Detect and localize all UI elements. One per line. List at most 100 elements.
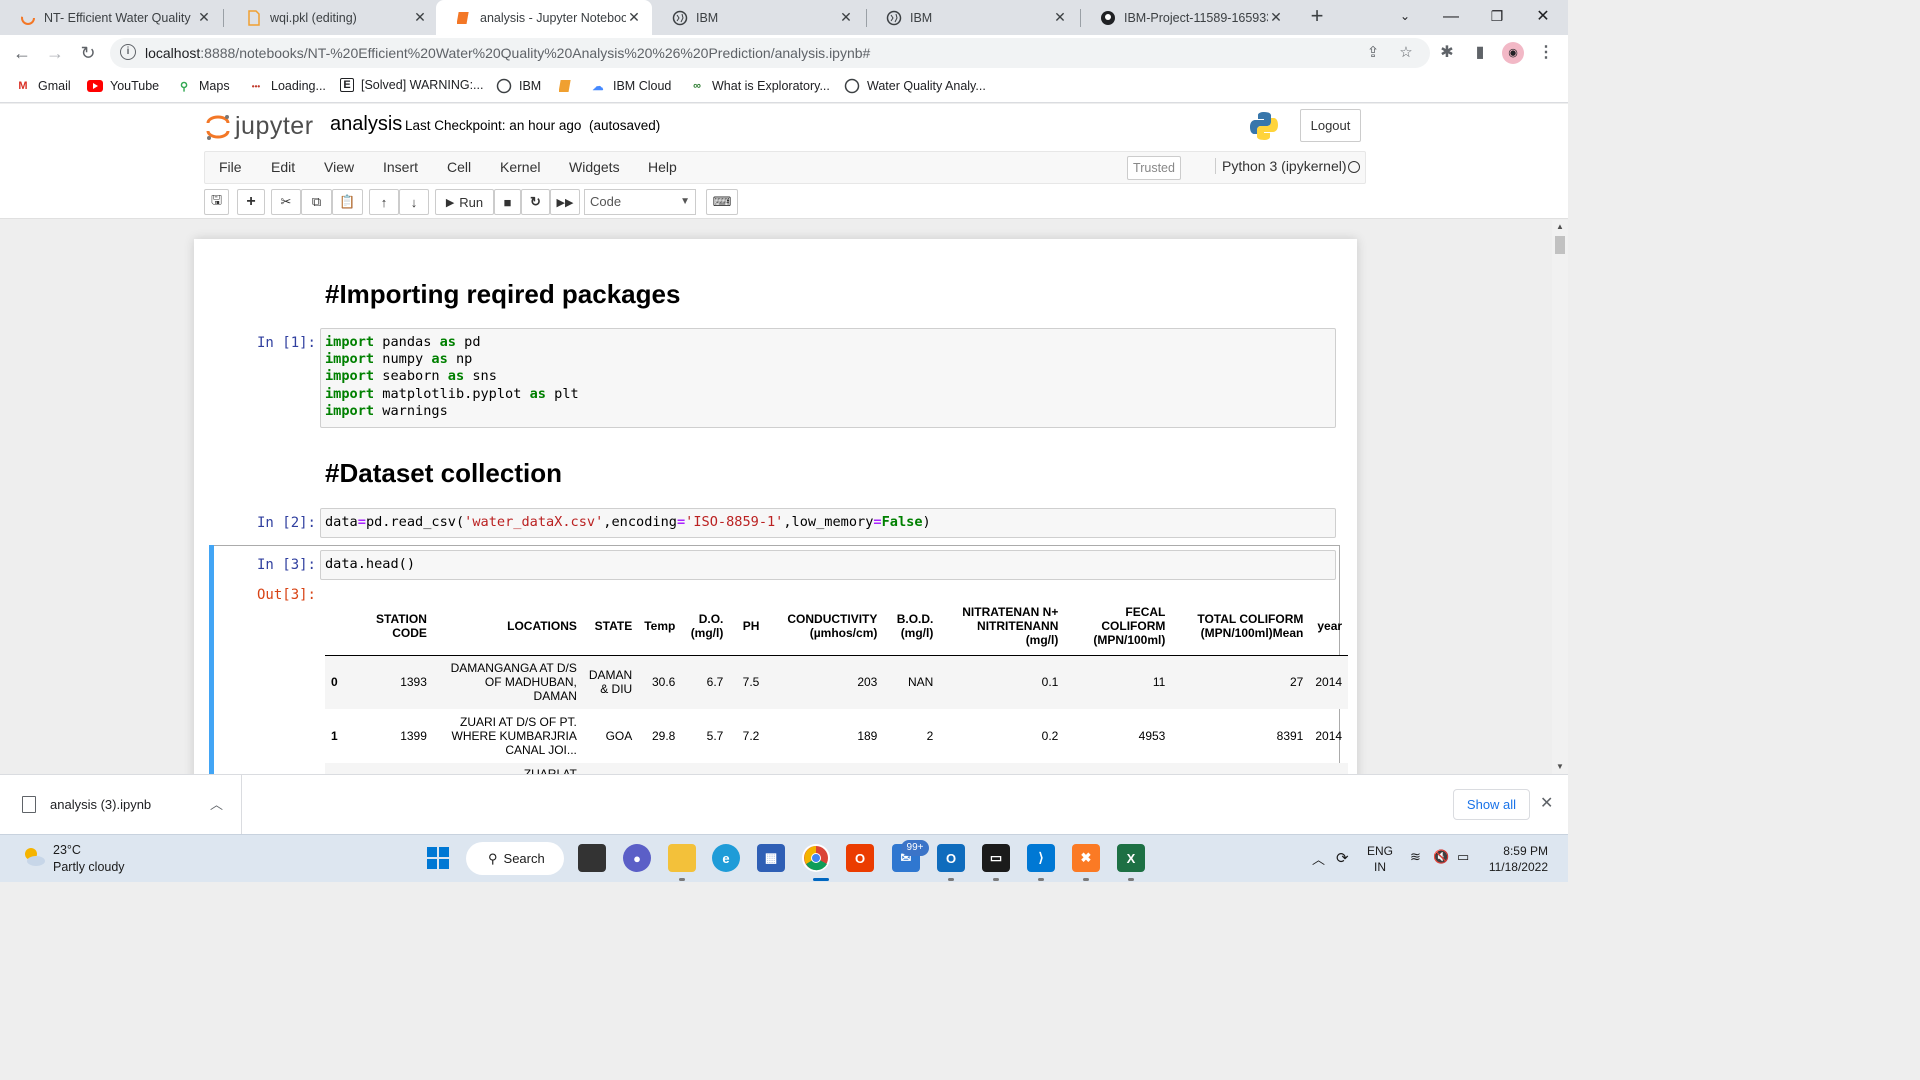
scrollbar-thumb[interactable] [1555, 236, 1565, 254]
back-arrow-icon[interactable]: ← [10, 41, 34, 65]
menu-view[interactable]: View [324, 159, 354, 175]
cell-type-select[interactable]: Code ▼ [584, 189, 696, 215]
language-indicator[interactable]: ENG IN [1367, 843, 1393, 875]
code-cell-1[interactable]: import pandas as pd import numpy as np i… [320, 328, 1336, 428]
address-bar[interactable]: i localhost:8888/notebooks/NT-%20Efficie… [110, 38, 1430, 68]
bookmark-maps[interactable]: ⚲ Maps [176, 78, 230, 94]
wifi-icon[interactable]: ≋ [1410, 849, 1421, 865]
move-up-button[interactable]: ↑ [369, 189, 399, 215]
tab-analysis-jupyter[interactable]: analysis - Jupyter Notebook ✕ [436, 0, 652, 35]
system-clock[interactable]: 8:59 PM 11/18/2022 [1484, 843, 1548, 875]
star-icon[interactable]: ☆ [1396, 43, 1416, 63]
volume-muted-icon[interactable]: 🔇 [1433, 849, 1449, 865]
xampp-icon[interactable]: ✖ [1072, 844, 1100, 872]
edge-icon[interactable]: e [712, 844, 740, 872]
chat-icon[interactable]: ● [623, 844, 651, 872]
bookmark-gmail[interactable]: M Gmail [15, 78, 70, 94]
chevron-up-icon[interactable]: ︿ [1312, 849, 1325, 868]
markdown-heading-importing[interactable]: #Importing reqired packages [325, 279, 680, 310]
excel-icon[interactable]: X [1117, 844, 1145, 872]
download-item[interactable]: analysis (3).ipynb ︿ [0, 775, 242, 834]
code-cell-3[interactable]: data.head() [320, 550, 1336, 580]
close-icon[interactable]: ✕ [1540, 793, 1553, 813]
bookmark-what-is-exploratory[interactable]: ∞ What is Exploratory... [689, 78, 830, 94]
task-view-icon[interactable] [578, 844, 606, 872]
logout-button[interactable]: Logout [1300, 109, 1361, 142]
menu-cell[interactable]: Cell [447, 159, 471, 175]
menu-help[interactable]: Help [648, 159, 677, 175]
bookmark-loading[interactable]: ••• Loading... [248, 78, 326, 94]
windows-start-icon[interactable] [424, 844, 452, 872]
page-scrollbar[interactable]: ▲ ▼ [1552, 220, 1568, 774]
sync-icon[interactable]: ⟳ [1336, 849, 1349, 867]
bookmark-ibm-cloud[interactable]: ☁ IBM Cloud [590, 78, 672, 94]
side-panel-icon[interactable]: ▮ [1468, 41, 1492, 65]
close-icon[interactable]: ✕ [838, 9, 854, 26]
file-explorer-icon[interactable] [668, 844, 696, 872]
bookmark-solved-warning[interactable]: E [Solved] WARNING:... [340, 78, 483, 92]
menu-edit[interactable]: Edit [271, 159, 295, 175]
markdown-heading-dataset[interactable]: #Dataset collection [325, 458, 562, 489]
menu-kernel[interactable]: Kernel [500, 159, 540, 175]
command-palette-button[interactable]: ⌨ [706, 189, 738, 215]
battery-icon[interactable]: ▭ [1457, 849, 1469, 865]
move-down-button[interactable]: ↓ [399, 189, 429, 215]
cut-button[interactable]: ✂ [271, 189, 301, 215]
restart-button[interactable]: ↻ [521, 189, 550, 215]
scroll-down-icon[interactable]: ▼ [1552, 760, 1568, 774]
jupyter-logo[interactable]: jupyter [205, 112, 314, 141]
restart-run-all-button[interactable]: ▶▶ [550, 189, 580, 215]
office-icon[interactable]: O [846, 844, 874, 872]
notebook-name[interactable]: analysis [330, 113, 402, 136]
bookmark-ibm[interactable]: IBM [496, 78, 541, 94]
partly-cloudy-icon[interactable] [20, 843, 48, 871]
scroll-up-icon[interactable]: ▲ [1552, 220, 1568, 234]
trusted-indicator[interactable]: Trusted [1127, 156, 1181, 180]
url-text[interactable]: localhost:8888/notebooks/NT-%20Efficient… [145, 45, 870, 61]
close-icon[interactable]: ✕ [196, 9, 212, 26]
extensions-icon[interactable]: ✱ [1435, 41, 1459, 65]
code-cell-2[interactable]: data=pd.read_csv('water_dataX.csv',encod… [320, 508, 1336, 538]
insert-cell-button[interactable]: + [237, 189, 265, 215]
close-icon[interactable]: ✕ [626, 9, 642, 26]
close-icon[interactable]: ✕ [412, 9, 428, 26]
terminal-icon[interactable]: ▭ [982, 844, 1010, 872]
microsoft-store-icon[interactable]: ▦ [757, 844, 785, 872]
share-icon[interactable]: ⇪ [1363, 43, 1383, 63]
run-button[interactable]: ▶ Run [435, 189, 494, 215]
profile-avatar[interactable]: ◉ [1502, 42, 1524, 64]
tab-nt-efficient-water-quality[interactable]: NT- Efficient Water Quality ✕ [0, 0, 222, 35]
menu-insert[interactable]: Insert [383, 159, 418, 175]
bookmark-youtube[interactable]: YouTube [87, 78, 159, 94]
new-tab-button[interactable]: + [1305, 5, 1329, 29]
paste-button[interactable]: 📋 [332, 189, 363, 215]
taskbar-search[interactable]: ⚲ Search [466, 842, 564, 875]
copy-button[interactable]: ⧉ [301, 189, 332, 215]
menu-file[interactable]: File [219, 159, 242, 175]
tab-wqi-pkl[interactable]: wqi.pkl (editing) ✕ [226, 0, 438, 35]
show-all-downloads-button[interactable]: Show all [1453, 789, 1530, 820]
close-icon[interactable]: ✕ [1268, 9, 1284, 26]
interrupt-button[interactable]: ■ [494, 189, 521, 215]
tab-ibm-2[interactable]: IBM ✕ [866, 0, 1078, 35]
window-close-button[interactable]: ✕ [1520, 0, 1566, 35]
forward-arrow-icon[interactable]: → [43, 41, 67, 65]
minimize-button[interactable]: — [1428, 0, 1474, 35]
tab-ibm-1[interactable]: IBM ✕ [652, 0, 864, 35]
save-button[interactable]: 🖫 [204, 189, 229, 215]
menu-widgets[interactable]: Widgets [569, 159, 620, 175]
weather-temperature[interactable]: 23°C [53, 843, 81, 857]
restore-button[interactable]: ❐ [1474, 0, 1520, 35]
menu-kebab-icon[interactable]: ⋮ [1534, 41, 1558, 65]
vscode-icon[interactable]: ⟩ [1027, 844, 1055, 872]
bookmark-water-quality[interactable]: Water Quality Analy... [844, 78, 986, 94]
close-icon[interactable]: ✕ [1052, 9, 1068, 26]
reload-icon[interactable]: ↻ [76, 41, 100, 65]
info-icon[interactable]: i [120, 44, 136, 60]
bookmark-notebook[interactable] [558, 78, 581, 94]
tab-search-button[interactable]: ⌄ [1382, 0, 1428, 35]
tab-ibm-project-github[interactable]: IBM-Project-11589-1659330 ✕ [1080, 0, 1294, 35]
weather-description[interactable]: Partly cloudy [53, 860, 125, 874]
chrome-icon[interactable] [802, 844, 830, 872]
chevron-up-icon[interactable]: ︿ [210, 794, 223, 813]
